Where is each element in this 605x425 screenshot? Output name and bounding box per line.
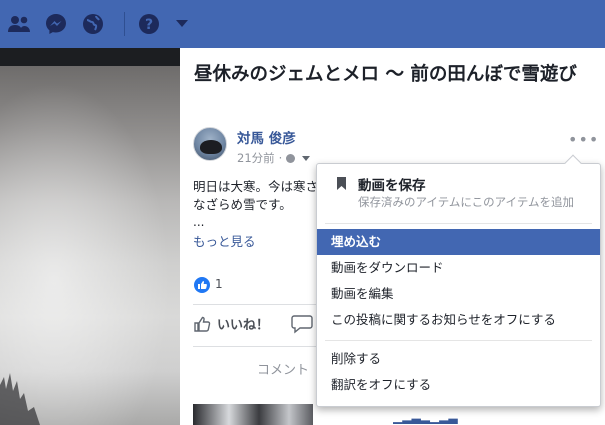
privacy-globe-icon[interactable] (286, 153, 296, 163)
menu-item-turn-off-notifications[interactable]: この投稿に関するお知らせをオフにする (317, 307, 600, 333)
avatar[interactable] (193, 127, 227, 161)
save-video-title: 動画を保存 (358, 178, 426, 194)
like-count[interactable]: 1 (215, 277, 223, 291)
post-body-line: 明日は大寒。今は寒さ (193, 179, 319, 194)
chevron-down-icon[interactable] (302, 155, 311, 161)
trees-silhouette (0, 373, 40, 425)
top-navigation-bar: ? (0, 0, 605, 48)
svg-text:?: ? (145, 17, 153, 33)
chevron-down-icon[interactable] (176, 20, 188, 27)
friends-icon[interactable] (6, 11, 32, 37)
menu-divider (325, 223, 592, 224)
menu-item-delete[interactable]: 削除する (317, 346, 600, 372)
post-meta: 21分前 · (237, 150, 311, 166)
post-time[interactable]: 21分前 (237, 150, 275, 166)
like-reaction-icon[interactable] (194, 277, 210, 293)
video-player[interactable] (0, 66, 180, 425)
header-divider (124, 12, 125, 36)
avatar-dog (200, 140, 222, 154)
like-button[interactable]: いいね！ (193, 314, 269, 333)
video-top-bar (0, 48, 180, 66)
thumbs-up-icon (194, 316, 211, 332)
save-video-subtitle: 保存済みのアイテムにこのアイテムを追加 (358, 195, 574, 209)
menu-divider (325, 340, 592, 341)
menu-item-turn-off-translation[interactable]: 翻訳をオフにする (317, 372, 600, 398)
menu-item-edit-video[interactable]: 動画を編集 (317, 281, 600, 307)
post-body-line: なざらめ雪です。 (193, 197, 292, 212)
bookmark-icon (337, 177, 346, 190)
post-title: 昼休みのジェムとメロ 〜 前の田んぼで雪遊び (194, 64, 577, 85)
like-button-label: いいね！ (217, 318, 270, 333)
comment-icon (291, 315, 313, 334)
post-body: 明日は大寒。今は寒さ なざらめ雪です。 (193, 178, 333, 214)
menu-item-download-video[interactable]: 動画をダウンロード (317, 255, 600, 281)
more-options-icon[interactable]: ••• (568, 130, 599, 149)
help-icon[interactable]: ? (136, 11, 162, 37)
messenger-icon[interactable] (43, 11, 69, 37)
truncation-ellipsis: ... (193, 215, 205, 229)
comment-image-thumbnail[interactable] (193, 404, 313, 425)
comment-link[interactable]: コメント (257, 359, 309, 378)
author-name[interactable]: 対馬 俊彦 (237, 127, 296, 147)
post-options-menu: 動画を保存 保存済みのアイテムにこのアイテムを追加 埋め込む 動画をダウンロード… (316, 154, 601, 407)
save-video-item[interactable]: 動画を保存 保存済みのアイテムにこのアイテムを追加 (317, 164, 600, 222)
comment-button[interactable] (291, 314, 315, 336)
obscured-text: ▁▂▃▂▁▂▃ (393, 410, 458, 424)
globe-icon[interactable] (80, 11, 106, 37)
see-more-link[interactable]: もっと見る (193, 231, 256, 250)
dot-separator: · (278, 151, 283, 165)
menu-item-embed[interactable]: 埋め込む (317, 229, 600, 255)
